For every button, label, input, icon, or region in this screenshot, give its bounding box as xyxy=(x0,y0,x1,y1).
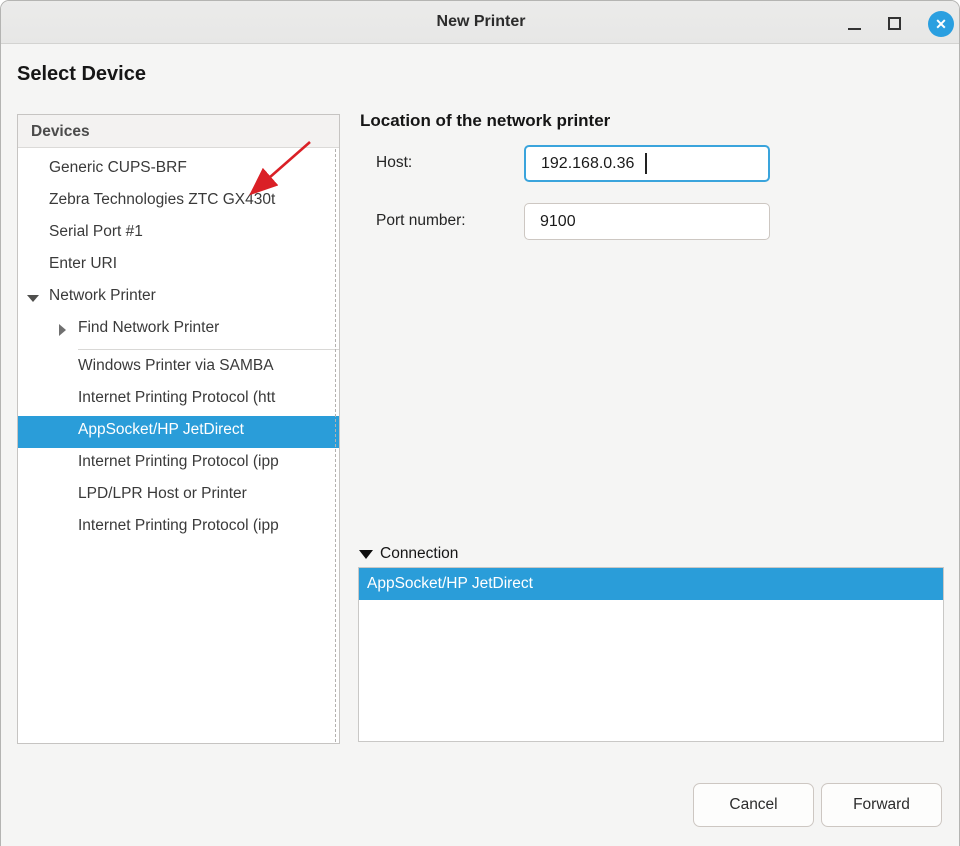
device-label: AppSocket/HP JetDirect xyxy=(78,421,335,439)
connection-list: AppSocket/HP JetDirect xyxy=(358,567,944,742)
host-label: Host: xyxy=(376,154,412,172)
device-label: Generic CUPS-BRF xyxy=(49,159,335,177)
device-label: Internet Printing Protocol (htt xyxy=(78,389,335,407)
device-label: Enter URI xyxy=(49,255,335,273)
location-section-title: Location of the network printer xyxy=(360,111,610,131)
titlebar: New Printer ✕ xyxy=(1,1,960,44)
connection-section-label[interactable]: Connection xyxy=(380,545,458,563)
device-label: Find Network Printer xyxy=(78,319,335,337)
connection-row-appsocket-selected[interactable]: AppSocket/HP JetDirect xyxy=(359,568,943,600)
device-row-ipp-http[interactable]: Internet Printing Protocol (htt xyxy=(18,384,339,416)
cancel-button[interactable]: Cancel xyxy=(693,783,814,827)
port-number-input[interactable] xyxy=(524,203,770,240)
device-label: Serial Port #1 xyxy=(49,223,335,241)
device-label: Network Printer xyxy=(49,287,335,305)
device-row-ipp-ipps[interactable]: Internet Printing Protocol (ipp xyxy=(18,512,339,544)
device-label: LPD/LPR Host or Printer xyxy=(78,485,335,503)
connection-expander-icon[interactable] xyxy=(359,550,373,559)
expander-right-icon[interactable] xyxy=(59,324,66,336)
device-row-lpd-lpr[interactable]: LPD/LPR Host or Printer xyxy=(18,480,339,512)
device-row-serial-port-1[interactable]: Serial Port #1 xyxy=(18,218,339,250)
device-label: Windows Printer via SAMBA xyxy=(78,357,335,375)
device-label: Internet Printing Protocol (ipp xyxy=(78,517,335,535)
host-input[interactable] xyxy=(524,145,770,182)
window-title: New Printer xyxy=(437,13,526,31)
devices-column-header[interactable]: Devices xyxy=(18,115,339,148)
device-label: Internet Printing Protocol (ipp xyxy=(78,453,335,471)
device-row-ipp-ipp[interactable]: Internet Printing Protocol (ipp xyxy=(18,448,339,480)
device-row-enter-uri[interactable]: Enter URI xyxy=(18,250,339,282)
page-title: Select Device xyxy=(17,63,146,86)
device-row-appsocket-jetdirect-selected[interactable]: AppSocket/HP JetDirect xyxy=(18,416,339,448)
expander-down-icon[interactable] xyxy=(27,295,39,302)
new-printer-dialog: New Printer ✕ Select Device Devices Gene… xyxy=(0,0,960,846)
devices-panel: Devices Generic CUPS-BRF Zebra Technolog… xyxy=(17,114,340,744)
device-row-windows-printer-samba[interactable]: Windows Printer via SAMBA xyxy=(18,352,339,384)
device-row-find-network-printer[interactable]: Find Network Printer xyxy=(18,314,339,346)
connection-label: AppSocket/HP JetDirect xyxy=(367,575,533,593)
devices-list: Generic CUPS-BRF Zebra Technologies ZTC … xyxy=(18,148,339,544)
text-cursor xyxy=(645,153,647,174)
port-number-label: Port number: xyxy=(376,212,466,230)
device-label: Zebra Technologies ZTC GX430t xyxy=(49,191,335,209)
forward-button[interactable]: Forward xyxy=(821,783,942,827)
device-row-network-printer[interactable]: Network Printer xyxy=(18,282,339,314)
maximize-icon[interactable] xyxy=(888,17,901,30)
close-icon[interactable]: ✕ xyxy=(928,11,954,37)
device-row-generic-cups-brf[interactable]: Generic CUPS-BRF xyxy=(18,154,339,186)
minimize-icon[interactable] xyxy=(848,28,861,30)
device-row-zebra-ztc-gx430t[interactable]: Zebra Technologies ZTC GX430t xyxy=(18,186,339,218)
